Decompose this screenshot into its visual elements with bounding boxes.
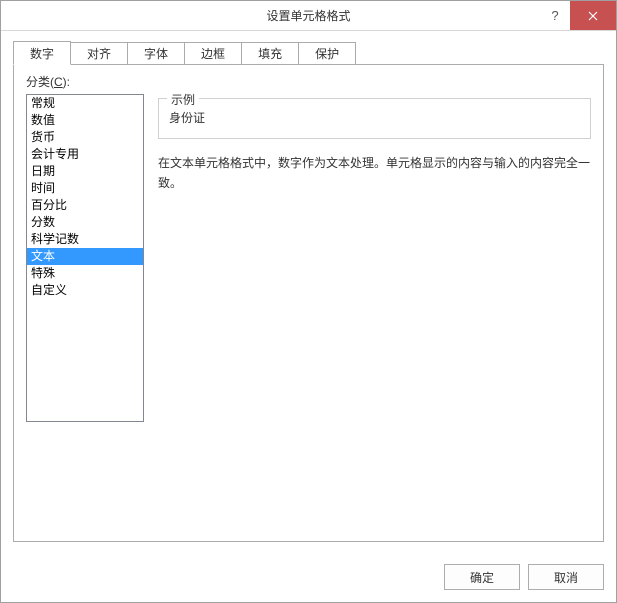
category-item[interactable]: 时间 — [27, 180, 143, 197]
category-item[interactable]: 货币 — [27, 129, 143, 146]
category-item[interactable]: 分数 — [27, 214, 143, 231]
example-legend: 示例 — [167, 91, 199, 108]
category-item[interactable]: 常规 — [27, 95, 143, 112]
category-label-key: C — [54, 75, 63, 89]
tab-strip: 数字对齐字体边框填充保护 — [13, 41, 604, 65]
example-value: 身份证 — [169, 107, 580, 128]
category-label-prefix: 分类( — [26, 75, 54, 89]
tab-5[interactable]: 保护 — [298, 42, 356, 64]
dialog-title: 设置单元格格式 — [1, 7, 616, 24]
help-button[interactable]: ? — [540, 1, 570, 30]
close-button[interactable] — [570, 1, 616, 30]
category-label-suffix: ): — [63, 75, 70, 89]
right-pane: 示例 身份证 在文本单元格格式中，数字作为文本处理。单元格显示的内容与输入的内容… — [158, 94, 591, 529]
tab-2[interactable]: 字体 — [127, 42, 185, 64]
format-cells-dialog: 设置单元格格式 ? 数字对齐字体边框填充保护 分类(C): 常规数值货币会计专用… — [0, 0, 617, 603]
tab-1[interactable]: 对齐 — [70, 42, 128, 64]
tab-4[interactable]: 填充 — [241, 42, 299, 64]
category-description: 在文本单元格格式中，数字作为文本处理。单元格显示的内容与输入的内容完全一致。 — [158, 153, 591, 194]
category-item[interactable]: 文本 — [27, 248, 143, 265]
category-item[interactable]: 数值 — [27, 112, 143, 129]
category-item[interactable]: 日期 — [27, 163, 143, 180]
category-item[interactable]: 特殊 — [27, 265, 143, 282]
category-list[interactable]: 常规数值货币会计专用日期时间百分比分数科学记数文本特殊自定义 — [26, 94, 144, 422]
category-item[interactable]: 科学记数 — [27, 231, 143, 248]
category-item[interactable]: 百分比 — [27, 197, 143, 214]
tab-0[interactable]: 数字 — [13, 41, 71, 65]
titlebar: 设置单元格格式 ? — [1, 1, 616, 31]
close-icon — [588, 11, 598, 21]
titlebar-controls: ? — [540, 1, 616, 30]
ok-button[interactable]: 确定 — [444, 564, 520, 590]
content-row: 常规数值货币会计专用日期时间百分比分数科学记数文本特殊自定义 示例 身份证 在文… — [26, 94, 591, 529]
category-item[interactable]: 自定义 — [27, 282, 143, 299]
category-label: 分类(C): — [26, 73, 591, 90]
cancel-button[interactable]: 取消 — [528, 564, 604, 590]
category-item[interactable]: 会计专用 — [27, 146, 143, 163]
tab-3[interactable]: 边框 — [184, 42, 242, 64]
dialog-body: 数字对齐字体边框填充保护 分类(C): 常规数值货币会计专用日期时间百分比分数科… — [1, 31, 616, 554]
example-group: 示例 身份证 — [158, 98, 591, 139]
dialog-footer: 确定 取消 — [1, 554, 616, 602]
tab-content-number: 分类(C): 常规数值货币会计专用日期时间百分比分数科学记数文本特殊自定义 示例… — [13, 65, 604, 542]
